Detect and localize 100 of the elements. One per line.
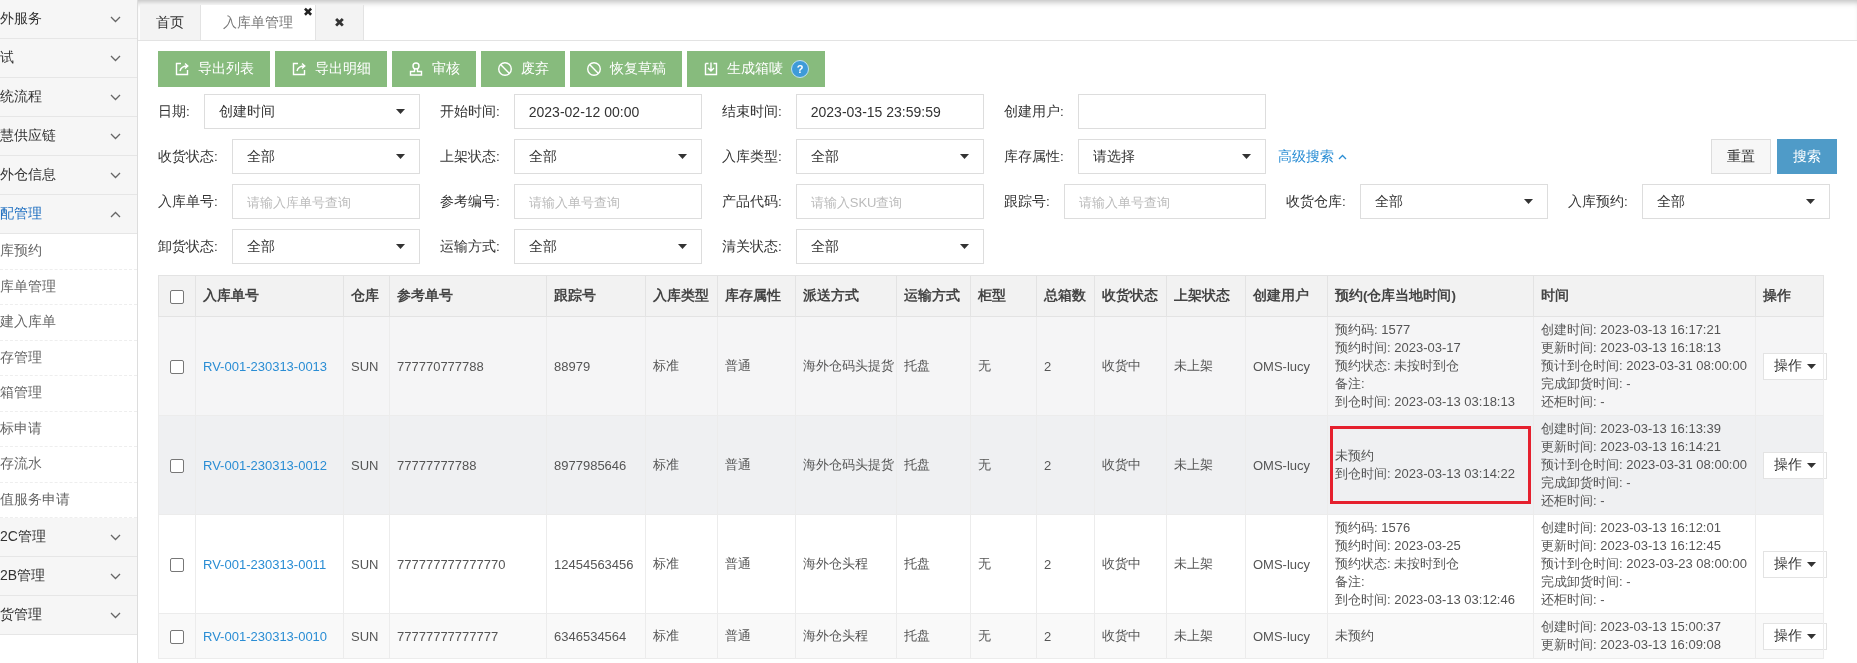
checkbox[interactable] xyxy=(170,359,184,374)
action-dropdown-button[interactable]: 操作 xyxy=(1763,451,1827,479)
cell-line: 更新时间: 2023-03-13 16:14:21 xyxy=(1541,438,1721,456)
table-cell: 托盘 xyxy=(896,514,971,614)
table-cell: SUN xyxy=(343,316,390,416)
column-header: 参考单号 xyxy=(389,275,547,317)
sidebar-group[interactable]: 外仓信息 xyxy=(0,156,137,195)
column-header: 时间 xyxy=(1533,275,1756,317)
checkbox[interactable] xyxy=(170,629,184,644)
column-header: 仓库 xyxy=(343,275,390,317)
select-field[interactable]: 全部 xyxy=(795,229,984,264)
table-cell: 托盘 xyxy=(896,316,971,416)
sidebar-item[interactable]: 建入库单 xyxy=(0,305,137,341)
reset-button[interactable]: 重置 xyxy=(1711,139,1771,174)
chevron-down-icon xyxy=(110,15,121,23)
close-icon[interactable]: ✖ xyxy=(302,5,313,19)
input-field[interactable]: 请输入单号查询 xyxy=(1063,184,1266,219)
table-cell: 8977985646 xyxy=(546,415,646,515)
sidebar-item[interactable]: 箱管理 xyxy=(0,376,137,412)
select-field[interactable]: 全部 xyxy=(1641,184,1830,219)
table-cell: 海外仓码头提货 xyxy=(795,415,897,515)
filter-label: 产品代码: xyxy=(722,192,782,211)
table-cell: 海外仓码头提货 xyxy=(795,316,897,416)
select-field[interactable]: 全部 xyxy=(231,139,420,174)
table-cell: 标准 xyxy=(645,613,718,659)
tab[interactable]: 首页 xyxy=(140,5,201,40)
cell-line: 预计到仓时间: 2023-03-31 08:00:00 xyxy=(1541,456,1747,474)
tab[interactable]: 入库单管理 ✖ xyxy=(201,5,316,40)
table-cell: 标准 xyxy=(645,415,718,515)
action-dropdown-button[interactable]: 操作 xyxy=(1763,550,1827,578)
sidebar-group[interactable]: 配管理 xyxy=(0,195,137,234)
table-cell: 海外仓头程 xyxy=(795,613,897,659)
cell-line: 预约码: 1577 xyxy=(1335,321,1411,339)
sidebar-item[interactable]: 存管理 xyxy=(0,340,137,376)
export-icon xyxy=(174,61,190,77)
sidebar-item[interactable]: 标申请 xyxy=(0,411,137,447)
table-cell: OMS-lucy xyxy=(1245,415,1328,515)
sidebar-group[interactable]: 统流程 xyxy=(0,78,137,117)
sidebar-item[interactable]: 库单管理 xyxy=(0,269,137,305)
input-field[interactable]: 请输入库单号查询 xyxy=(231,184,420,219)
chevron-down-icon xyxy=(110,572,121,580)
sidebar-item[interactable]: 库预约 xyxy=(0,234,137,270)
sidebar-group[interactable]: 2C管理 xyxy=(0,518,137,557)
column-header: 运输方式 xyxy=(896,275,971,317)
table-cell: 无 xyxy=(970,514,1037,614)
table-cell: 托盘 xyxy=(896,613,971,659)
column-header: 上架状态 xyxy=(1166,275,1246,317)
table-cell: 未上架 xyxy=(1166,415,1246,515)
table-cell: 12454563456 xyxy=(546,514,646,614)
input-field[interactable]: 2023-03-15 23:59:59 xyxy=(795,94,984,129)
cell-line: 到仓时间: 2023-03-13 03:18:13 xyxy=(1335,393,1515,411)
chevron-up-icon xyxy=(110,210,121,218)
table-cell: 777770777788 xyxy=(389,316,547,416)
table-cell: 海外仓头程 xyxy=(795,514,897,614)
checkbox[interactable] xyxy=(170,557,184,572)
order-link[interactable]: RV-001-230313-0011 xyxy=(203,556,327,572)
sidebar-group[interactable]: 慧供应链 xyxy=(0,117,137,156)
input-field[interactable] xyxy=(1077,94,1266,129)
checkbox[interactable] xyxy=(170,458,184,473)
caret-icon xyxy=(960,154,969,159)
caret-icon xyxy=(678,154,687,159)
cell-line: 更新时间: 2023-03-13 16:12:45 xyxy=(1541,537,1721,555)
advanced-search-link[interactable]: 高级搜索 xyxy=(1278,147,1347,166)
cell-line: 更新时间: 2023-03-13 16:18:13 xyxy=(1541,339,1721,357)
table-cell: SUN xyxy=(343,415,390,515)
caret-icon xyxy=(960,244,969,249)
table-cell: 2 xyxy=(1036,316,1095,416)
select-field[interactable]: 全部 xyxy=(1359,184,1548,219)
close-tabs-button[interactable]: ✖ xyxy=(316,5,364,40)
table-cell: SUN xyxy=(343,514,390,614)
column-header: 操作 xyxy=(1755,275,1824,317)
column-header: 库存属性 xyxy=(717,275,796,317)
input-field[interactable]: 请输入单号查询 xyxy=(513,184,702,219)
sidebar-group[interactable]: 试 xyxy=(0,39,137,78)
table-cell: 88979 xyxy=(546,316,646,416)
sidebar-item[interactable]: 存流水 xyxy=(0,447,137,483)
input-field[interactable]: 2023-02-12 00:00 xyxy=(513,94,702,129)
select-field[interactable]: 全部 xyxy=(513,229,702,264)
caret-icon xyxy=(678,244,687,249)
sidebar-group[interactable]: 外服务 xyxy=(0,0,137,39)
select-field[interactable]: 全部 xyxy=(513,139,702,174)
cell-line: 完成卸货时间: - xyxy=(1541,375,1631,393)
select-field[interactable]: 全部 xyxy=(231,229,420,264)
table-cell: 收货中 xyxy=(1094,415,1167,515)
cell-line: 未预约 xyxy=(1335,447,1374,465)
sidebar-group[interactable]: 货管理 xyxy=(0,596,137,635)
select-field[interactable]: 请选择 xyxy=(1077,139,1266,174)
table-cell: 未上架 xyxy=(1166,316,1246,416)
cell-line: 未预约 xyxy=(1335,627,1374,645)
table-cell: 托盘 xyxy=(896,415,971,515)
cell-line: 还柜时间: - xyxy=(1541,492,1605,510)
action-dropdown-button[interactable]: 操作 xyxy=(1763,622,1827,650)
sidebar-group[interactable]: 2B管理 xyxy=(0,557,137,596)
input-field[interactable]: 请输入SKU查询 xyxy=(795,184,984,219)
select-field[interactable]: 创建时间 xyxy=(203,94,420,129)
checkbox[interactable] xyxy=(170,289,184,304)
action-dropdown-button[interactable]: 操作 xyxy=(1763,352,1827,380)
table-cell: 未上架 xyxy=(1166,613,1246,659)
table-cell: SUN xyxy=(343,613,390,659)
select-field[interactable]: 全部 xyxy=(795,139,984,174)
